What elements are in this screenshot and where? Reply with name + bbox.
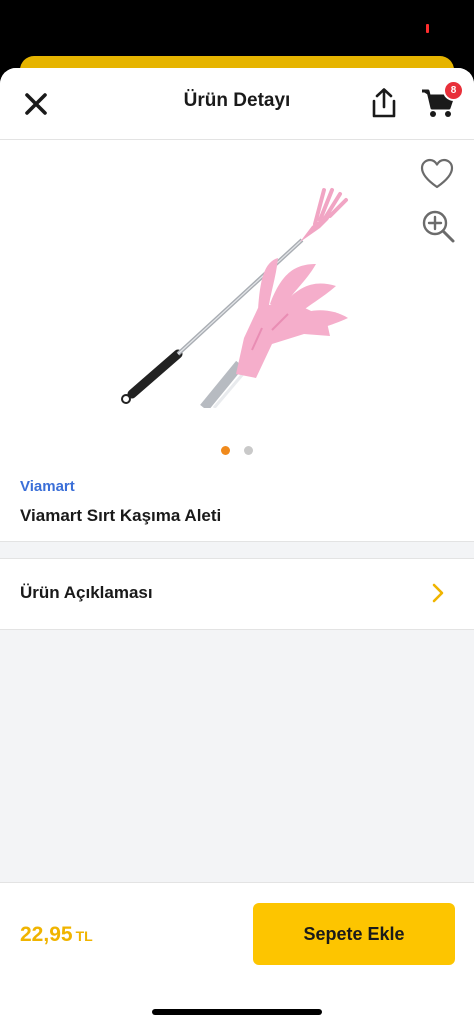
price-value: 22,95 [20,923,73,946]
add-to-cart-button[interactable]: Sepete Ekle [253,903,455,965]
description-label: Ürün Açıklaması [20,583,153,602]
status-indicator [426,24,429,33]
status-bar [0,0,474,60]
product-name: Viamart Sırt Kaşıma Aleti [20,506,222,525]
home-indicator [152,1009,322,1015]
cart-count-badge: 8 [443,80,464,101]
page-title: Ürün Detayı [183,90,291,111]
product-description-row[interactable]: Ürün Açıklaması [0,558,474,630]
brand-link[interactable]: Viamart [20,478,75,495]
image-pagination[interactable] [0,446,474,455]
zoom-in-icon[interactable] [420,208,456,244]
share-icon[interactable] [368,86,400,120]
price-currency: TL [75,928,93,944]
navigation-bar: Ürün Detayı 8 [0,68,474,140]
product-section: Viamart Viamart Sırt Kaşıma Aleti [0,140,474,542]
product-image[interactable] [112,168,362,408]
product-detail-sheet: Ürün Detayı 8 Viamart Viamart Sırt Kaşım… [0,68,474,1024]
heart-icon[interactable] [420,158,454,190]
price: 22,95 TL [20,923,93,947]
pagination-dot[interactable] [244,446,253,455]
chevron-right-icon [432,583,444,603]
pagination-dot-active[interactable] [221,446,230,455]
bottom-action-bar: 22,95 TL Sepete Ekle [0,882,474,1024]
